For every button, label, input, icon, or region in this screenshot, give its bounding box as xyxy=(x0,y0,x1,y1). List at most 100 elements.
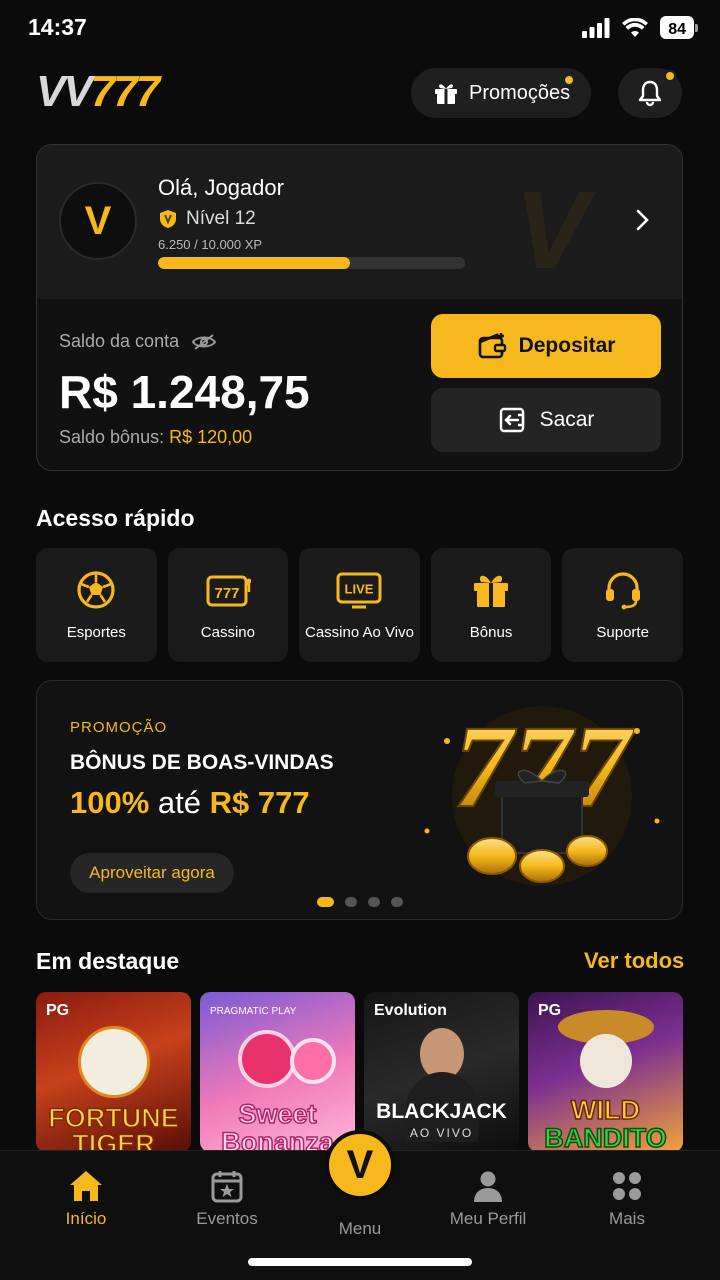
banner-tag: PROMOÇÃO xyxy=(70,719,168,736)
notifications-button[interactable] xyxy=(618,68,682,118)
tab-more[interactable]: Mais xyxy=(567,1169,687,1229)
promotions-badge xyxy=(563,74,575,86)
account-balance: R$ 1.248,75 xyxy=(59,366,310,418)
candy-illustration xyxy=(290,1038,336,1084)
status-icons: 84 xyxy=(582,16,698,39)
game-title: Sweet xyxy=(238,1099,318,1129)
quick-item-live-casino[interactable]: LIVE Cassino Ao Vivo xyxy=(299,548,420,662)
gift-icon xyxy=(435,84,457,104)
withdraw-label: Sacar xyxy=(539,408,595,431)
quick-item-bonus[interactable]: Bônus xyxy=(430,548,552,662)
tab-profile[interactable]: Meu Perfil xyxy=(428,1169,548,1229)
bell-icon xyxy=(638,80,662,107)
balance-label-row: Saldo da conta xyxy=(59,331,217,352)
tab-events[interactable]: Eventos xyxy=(167,1169,287,1229)
headset-icon xyxy=(605,572,640,610)
candy-illustration xyxy=(238,1030,296,1088)
withdraw-icon xyxy=(499,407,524,433)
game-card-sweet-bonanza[interactable]: PRAGMATIC PLAY Sweet Bonanza xyxy=(200,992,355,1152)
quick-access-title: Acesso rápido xyxy=(36,505,195,531)
live-icon: LIVE xyxy=(336,572,382,609)
carousel-dots[interactable] xyxy=(317,897,403,907)
card-watermark-logo: V xyxy=(515,169,589,292)
signal-icon xyxy=(582,17,610,38)
logo-vv: VV xyxy=(36,67,93,116)
level-shield-icon xyxy=(160,210,176,228)
game-card-blackjack[interactable]: Evolution BLACKJACK AO VIVO xyxy=(364,992,519,1152)
game-card-fortune-tiger[interactable]: PG FORTUNE TIGER xyxy=(36,992,191,1152)
game-provider: PG xyxy=(46,1002,70,1019)
quick-item-label: Esportes xyxy=(66,624,126,641)
app-header: VV777 Promoções xyxy=(0,60,720,126)
slot-777-icon: 777 xyxy=(206,575,251,607)
quick-item-label: Cassino xyxy=(200,624,255,641)
promo-banner[interactable]: PROMOÇÃO BÔNUS DE BOAS-VINDAS 100% até R… xyxy=(36,680,683,920)
svg-text:LIVE: LIVE xyxy=(345,582,374,597)
banner-777-gift-illustration: 777 xyxy=(424,701,660,886)
menu-center-button[interactable]: V xyxy=(325,1130,395,1200)
quick-item-sports[interactable]: Esportes xyxy=(36,548,157,662)
tab-label: Menu xyxy=(338,1219,382,1238)
tab-label: Início xyxy=(65,1209,107,1228)
avatar: V xyxy=(59,182,137,260)
status-time: 14:37 xyxy=(28,14,87,40)
carousel-dot[interactable] xyxy=(368,897,380,907)
game-title: BLACKJACK xyxy=(376,1100,507,1123)
grid-icon xyxy=(613,1172,641,1200)
account-card: V V Olá, Jogador Nível 12 6.250 / 10.000… xyxy=(36,144,683,471)
balance-label: Saldo da conta xyxy=(59,331,180,351)
bonus-balance: Saldo bônus: R$ 120,00 xyxy=(59,427,252,448)
deposit-label: Depositar xyxy=(518,334,616,357)
tab-menu[interactable]: Menu xyxy=(300,1213,420,1239)
status-bar: 14:37 84 xyxy=(0,0,720,58)
featured-title: Em destaque xyxy=(36,948,180,974)
v-logo-icon: V xyxy=(346,1142,374,1187)
banner-cta-button[interactable]: Aproveitar agora xyxy=(70,853,234,893)
quick-access-row: Esportes 777 Cassino LIVE Cassino Ao Viv… xyxy=(36,548,683,662)
quick-item-support[interactable]: Suporte xyxy=(562,548,683,662)
tab-label: Eventos xyxy=(196,1209,258,1228)
deposit-button[interactable]: Depositar xyxy=(431,314,661,378)
carousel-dot[interactable] xyxy=(391,897,403,907)
banner-amount: R$ 777 xyxy=(209,785,310,820)
eye-off-icon[interactable] xyxy=(191,333,217,351)
soccer-ball-icon xyxy=(77,571,115,609)
game-card-wild-bandito[interactable]: PG WILD BANDITO xyxy=(528,992,683,1152)
quick-item-casino[interactable]: 777 Cassino xyxy=(167,548,289,662)
logo-777: 777 xyxy=(90,67,160,116)
brand-logo[interactable]: VV777 xyxy=(36,67,160,116)
chevron-right-icon[interactable] xyxy=(633,207,653,233)
xp-progress-fill xyxy=(158,257,350,269)
game-title-line2: TIGER xyxy=(71,1129,155,1152)
tab-label: Meu Perfil xyxy=(449,1209,527,1228)
level-row: Nível 12 xyxy=(158,208,256,230)
svg-text:777: 777 xyxy=(214,585,239,602)
quick-item-label: Bônus xyxy=(469,624,513,641)
battery-indicator: 84 xyxy=(660,16,698,39)
withdraw-button[interactable]: Sacar xyxy=(431,388,661,452)
person-icon xyxy=(474,1171,502,1202)
profile-summary[interactable]: V V Olá, Jogador Nível 12 6.250 / 10.000… xyxy=(37,145,682,299)
see-all-link[interactable]: Ver todos xyxy=(584,948,684,974)
tab-home[interactable]: Início xyxy=(26,1169,146,1229)
tab-label: Mais xyxy=(609,1209,645,1228)
featured-games: PG FORTUNE TIGER PRAGMATIC PLAY Sweet Bo… xyxy=(36,992,683,1152)
notifications-badge xyxy=(664,70,676,82)
wifi-icon xyxy=(622,17,649,37)
tiger-mascot xyxy=(78,1026,150,1098)
game-provider: Evolution xyxy=(374,1002,447,1019)
banner-percent: 100% xyxy=(70,785,150,820)
game-title: FORTUNE xyxy=(48,1103,180,1133)
carousel-dot-active[interactable] xyxy=(317,897,334,907)
wallet-icon xyxy=(478,333,506,359)
banner-offer: 100% até R$ 777 xyxy=(70,785,310,821)
promotions-label: Promoções xyxy=(469,81,571,104)
calendar-star-icon xyxy=(211,1171,243,1203)
game-title: WILD xyxy=(570,1095,640,1125)
carousel-dot[interactable] xyxy=(345,897,357,907)
gift-icon xyxy=(474,575,509,607)
banner-title: BÔNUS DE BOAS-VINDAS xyxy=(70,751,334,774)
xp-text: 6.250 / 10.000 XP xyxy=(158,237,263,252)
game-title-line2: BANDITO xyxy=(543,1123,667,1152)
promotions-button[interactable]: Promoções xyxy=(411,68,591,118)
